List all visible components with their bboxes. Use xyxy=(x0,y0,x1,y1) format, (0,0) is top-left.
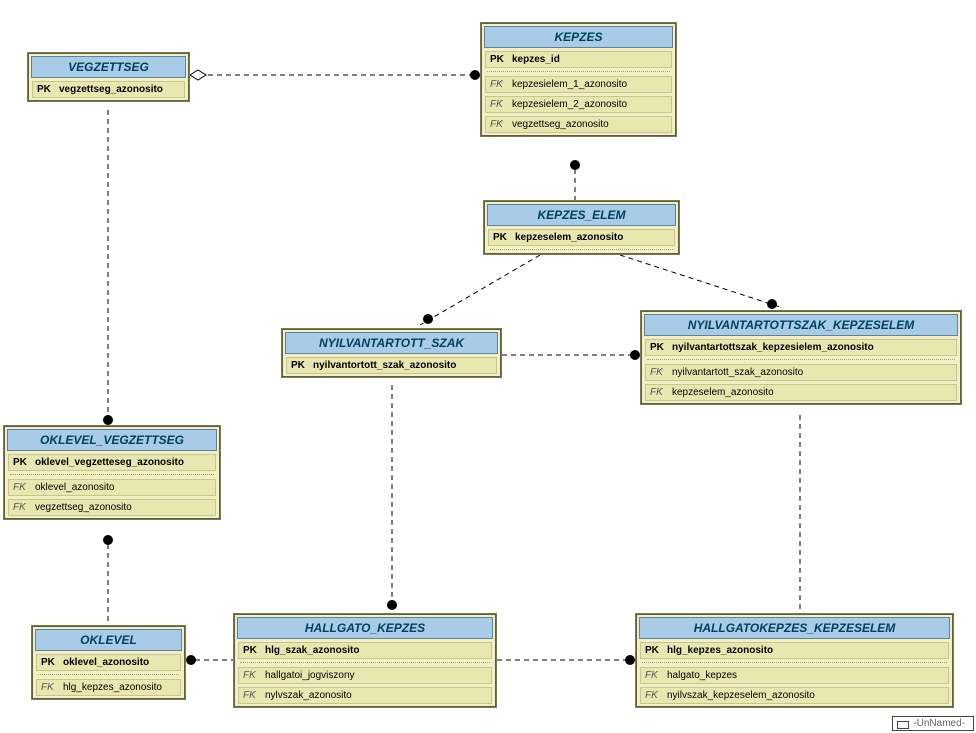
entity-kepzes[interactable]: KEPZES PKkepzes_id FKkepzesielem_1_azono… xyxy=(480,22,677,137)
entity-kepzes-elem[interactable]: KEPZES_ELEM PKkepzeselem_azonosito xyxy=(483,200,680,255)
fk-row: FKvegzettseg_azonosito xyxy=(8,499,216,516)
fk-row: FKkepzesielem_2_azonosito xyxy=(485,96,672,113)
entity-hallgatokepzes-kepzeselem[interactable]: HALLGATOKEPZES_KEPZESELEM PKhlg_kepzes_a… xyxy=(635,613,954,708)
entity-title: NYILVANTARTOTTSZAK_KEPZESELEM xyxy=(644,314,958,336)
entity-oklevel[interactable]: OKLEVEL PKoklevel_azonosito FKhlg_kepzes… xyxy=(31,625,186,700)
entity-title: VEGZETTSEG xyxy=(31,56,186,78)
entity-title: HALLGATOKEPZES_KEPZESELEM xyxy=(639,617,950,639)
entity-title: NYILVANTARTOTT_SZAK xyxy=(285,332,498,354)
pk-row: PKhlg_kepzes_azonosito xyxy=(640,642,949,659)
entity-title: OKLEVEL_VEGZETTSEG xyxy=(7,429,217,451)
entity-title: KEPZES xyxy=(484,26,673,48)
fk-row: FKnylvszak_azonosito xyxy=(238,687,492,704)
pk-row: PKnyilvantartottszak_kepzesielem_azonosi… xyxy=(645,339,957,356)
pk-row: PKoklevel_azonosito xyxy=(36,654,181,671)
fk-row: FKkepzesielem_1_azonosito xyxy=(485,76,672,93)
fk-row: FKvegzettseg_azonosito xyxy=(485,116,672,133)
pk-row: PKvegzettseg_azonosito xyxy=(32,81,185,98)
entity-oklevel-vegzettseg[interactable]: OKLEVEL_VEGZETTSEG PKoklevel_vegzetteseg… xyxy=(3,425,221,520)
watermark-label: -UnNamed- xyxy=(892,716,974,731)
fk-row: FKhalgato_kepzes xyxy=(640,667,949,684)
entity-title: KEPZES_ELEM xyxy=(487,204,676,226)
entity-nyilvantartottszak-kepzeselem[interactable]: NYILVANTARTOTTSZAK_KEPZESELEM PKnyilvant… xyxy=(640,310,962,405)
entity-title: HALLGATO_KEPZES xyxy=(237,617,493,639)
entity-hallgato-kepzes[interactable]: HALLGATO_KEPZES PKhlg_szak_azonosito FKh… xyxy=(233,613,497,708)
fk-row: FKnyilvszak_kepzeselem_azonosito xyxy=(640,687,949,704)
fk-row: FKoklevel_azonosito xyxy=(8,479,216,496)
entity-nyilvantartott-szak[interactable]: NYILVANTARTOTT_SZAK PKnyilvantortott_sza… xyxy=(281,328,502,378)
fk-row: FKnyilvantartott_szak_azonosito xyxy=(645,364,957,381)
fk-row: FKhlg_kepzes_azonosito xyxy=(36,679,181,696)
pk-row: PKnyilvantortott_szak_azonosito xyxy=(286,357,497,374)
entity-vegzettseg[interactable]: VEGZETTSEG PKvegzettseg_azonosito xyxy=(27,52,190,102)
fk-row: FKhallgatoi_jogviszony xyxy=(238,667,492,684)
entity-title: OKLEVEL xyxy=(35,629,182,651)
pk-row: PKhlg_szak_azonosito xyxy=(238,642,492,659)
pk-row: PKoklevel_vegzetteseg_azonosito xyxy=(8,454,216,471)
pk-row: PKkepzeselem_azonosito xyxy=(488,229,675,246)
fk-row: FKkepzeselem_azonosito xyxy=(645,384,957,401)
pk-row: PKkepzes_id xyxy=(485,51,672,68)
